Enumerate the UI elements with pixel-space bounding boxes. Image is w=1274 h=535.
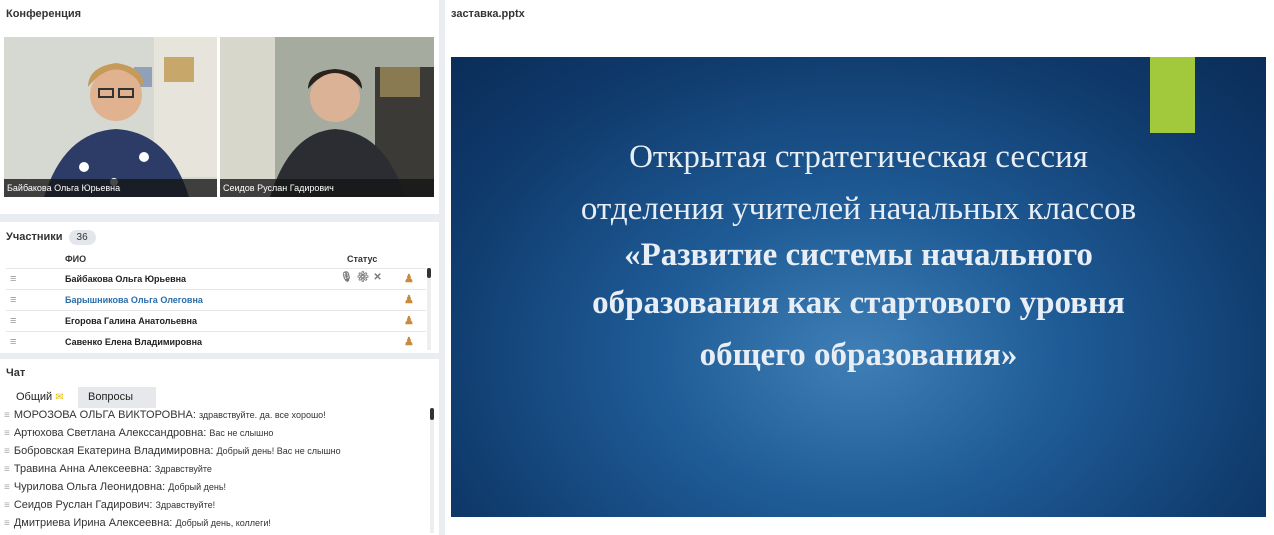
conference-title: Конференция [6,8,82,20]
participants-count-badge: 36 [68,230,96,245]
video-tile[interactable]: Байбакова Ольга Юрьевна [4,37,217,197]
video-tile[interactable]: Сеидов Руслан Гадирович [220,37,434,197]
video-caption: Байбакова Ольга Юрьевна [4,179,217,197]
chat-title: Чат [6,367,26,379]
column-header-name[interactable]: ФИО [65,254,86,264]
conference-panel: Конференция Байбакова Ольга Юрьевна Сеид… [0,0,439,214]
participant-name: Савенко Елена Владимировна [65,337,203,347]
slide-bold-line-2: образования как стартового уровня [592,285,1125,321]
participants-header: Участники 36 [0,222,439,253]
chat-author: Сеидов Руслан Гадирович: [13,499,153,511]
chat-author: Артюхова Светлана Алекссандровна: [13,427,207,439]
app-root: Конференция Байбакова Ольга Юрьевна Сеид… [0,0,1274,535]
chat-text: Добрый день, коллеги! [175,518,271,528]
slide-accent-bar [1150,57,1195,133]
menu-icon[interactable]: ≡ [4,464,10,475]
chat-scrollbar[interactable] [430,408,434,533]
tab-questions[interactable]: Вопросы [78,387,156,408]
participant-row[interactable]: ≡ Савенко Елена Владимировна ♟ [6,331,426,352]
participant-name: Барышникова Ольга Олеговна [65,295,203,305]
status-icons[interactable]: 🎙⚙✕ [340,272,386,283]
presentation-slide: Открытая стратегическая сессия отделения… [451,57,1266,517]
menu-icon[interactable]: ≡ [4,428,10,439]
chat-author: Чурилова Ольга Леонидовна: [13,481,166,493]
slide-bold-line-1: «Развитие системы начального [624,237,1093,273]
video-grid: Байбакова Ольга Юрьевна Сеидов Руслан Га… [4,37,434,197]
chat-author: Дмитриева Ирина Алексеевна: [13,517,173,529]
chat-author: МОРОЗОВА ОЛЬГА ВИКТОРОВНА: [13,409,196,421]
chat-message: ≡ Сеидов Руслан Гадирович: Здравствуйте! [4,499,424,517]
slide-line-1: Открытая стратегическая сессия [629,139,1088,175]
menu-icon[interactable]: ≡ [4,410,10,421]
scrollbar-thumb[interactable] [430,408,434,420]
participants-table-header: ФИО Статус [0,250,439,268]
chat-message: ≡ Бобровская Екатерина Владимировна: Добр… [4,445,424,463]
column-header-status[interactable]: Статус [347,254,377,264]
chat-text: здравствуйте. да. все хорошо! [198,410,326,420]
participants-title: Участники [6,231,63,243]
chat-text: Вас не слышно [209,428,274,438]
user-icon: ♟ [404,294,414,306]
video-caption: Сеидов Руслан Гадирович [220,179,434,197]
chat-message: ≡ Артюхова Светлана Алекссандровна: Вас н… [4,427,424,445]
user-icon: ♟ [404,273,414,285]
drag-handle-icon[interactable]: ≡ [10,273,16,285]
user-icon: ♟ [404,315,414,327]
tab-general[interactable]: Общий ✉ [6,387,77,408]
participant-row[interactable]: ≡ Байбакова Ольга Юрьевна 🎙⚙✕ ♟ [6,268,426,289]
chat-text: Здравствуйте! [155,500,216,510]
presentation-title: заставка.pptx [451,8,525,20]
chat-message: ≡ Чурилова Ольга Леонидовна: Добрый день! [4,481,424,499]
chat-author: Травина Анна Алексеевна: [13,463,152,475]
presentation-panel: заставка.pptx Открытая стратегическая се… [445,0,1274,535]
participant-name: Егорова Галина Анатольевна [65,316,197,326]
chat-message: ≡ Дмитриева Ирина Алексеевна: Добрый день… [4,517,424,535]
menu-icon[interactable]: ≡ [4,446,10,457]
chat-panel: Чат Общий ✉ Вопросы ≡ МОРОЗОВА ОЛЬГА ВИКТ… [0,359,439,535]
tab-general-label: Общий [16,391,53,403]
drag-handle-icon[interactable]: ≡ [10,294,16,306]
chat-text: Здравствуйте [154,464,212,474]
slide-line-2: отделения учителей начальных классов [580,191,1137,227]
slide-bold-line-3: общего образования» [699,337,1018,373]
drag-handle-icon[interactable]: ≡ [10,336,16,348]
chat-author: Бобровская Екатерина Владимировна: [13,445,214,457]
chat-text: Добрый день! Вас не слышно [216,446,341,456]
envelope-icon: ✉ [55,392,64,403]
chat-message: ≡ МОРОЗОВА ОЛЬГА ВИКТОРОВНА: здравствуйте… [4,409,424,427]
video-feed-1 [4,37,217,197]
participant-name: Байбакова Ольга Юрьевна [65,274,187,284]
menu-icon[interactable]: ≡ [4,518,10,529]
participants-scrollbar[interactable] [427,268,431,350]
scrollbar-thumb[interactable] [427,268,431,278]
menu-icon[interactable]: ≡ [4,500,10,511]
menu-icon[interactable]: ≡ [4,482,10,493]
chat-message: ≡ Травина Анна Алексеевна: Здравствуйте [4,463,424,481]
participant-row[interactable]: ≡ Егорова Галина Анатольевна ♟ [6,310,426,331]
participant-row[interactable]: ≡ Барышникова Ольга Олеговна ♟ [6,289,426,310]
participants-panel: Участники 36 ФИО Статус ≡ Байбакова Ольга… [0,222,439,353]
drag-handle-icon[interactable]: ≡ [10,315,16,327]
video-feed-2 [220,37,434,197]
user-icon: ♟ [404,336,414,348]
chat-text: Добрый день! [168,482,227,492]
